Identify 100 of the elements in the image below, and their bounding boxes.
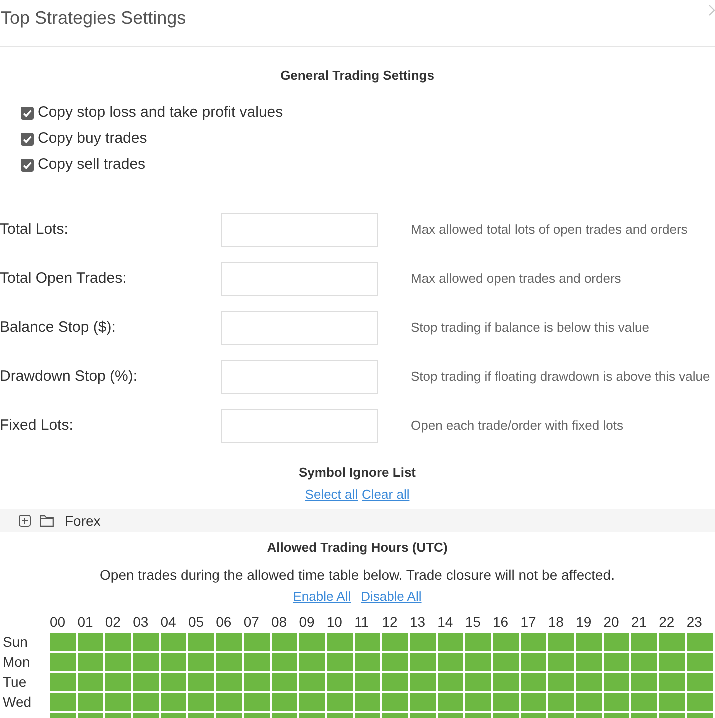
hour-cell[interactable]	[604, 633, 630, 651]
hour-cell[interactable]	[326, 633, 353, 651]
checkbox[interactable]	[21, 106, 34, 120]
hour-cell[interactable]	[382, 693, 408, 711]
hour-cell[interactable]	[133, 673, 159, 691]
hour-cell[interactable]	[50, 653, 76, 671]
hour-cell[interactable]	[382, 633, 408, 651]
hour-cell[interactable]	[160, 653, 186, 671]
hour-cell[interactable]	[576, 653, 602, 671]
hour-cell[interactable]	[244, 673, 270, 691]
hour-cell[interactable]	[354, 653, 380, 671]
text-link[interactable]: Disable All	[361, 588, 422, 606]
hour-cell[interactable]	[686, 633, 712, 651]
text-field[interactable]	[221, 262, 378, 296]
hour-cell[interactable]	[631, 633, 658, 651]
hour-cell[interactable]	[133, 653, 159, 671]
checkbox[interactable]	[21, 132, 34, 146]
text-field[interactable]	[221, 311, 378, 345]
hour-cell[interactable]	[188, 653, 214, 671]
hour-cell[interactable]	[465, 653, 491, 671]
text-field[interactable]	[221, 409, 378, 443]
hour-cell[interactable]	[548, 653, 574, 671]
hour-cell[interactable]	[105, 633, 132, 651]
checkbox[interactable]	[21, 158, 34, 172]
hour-cell[interactable]	[465, 633, 491, 651]
hour-cell[interactable]	[354, 633, 380, 651]
hour-cell[interactable]	[686, 673, 712, 691]
hour-cell[interactable]	[631, 693, 658, 711]
hour-cell[interactable]	[520, 673, 546, 691]
hour-cell[interactable]	[105, 673, 132, 691]
text-field[interactable]	[221, 360, 378, 394]
hour-cell[interactable]	[244, 653, 270, 671]
hour-cell[interactable]	[438, 693, 464, 711]
hour-cell[interactable]	[188, 693, 214, 711]
hour-cell[interactable]	[354, 693, 380, 711]
text-link[interactable]: Clear all	[362, 486, 410, 504]
hour-cell[interactable]	[216, 653, 242, 671]
hour-cell[interactable]	[133, 633, 159, 651]
hour-cell[interactable]	[299, 633, 325, 651]
hour-cell[interactable]	[244, 633, 270, 651]
hour-cell[interactable]	[299, 653, 325, 671]
hour-cell[interactable]	[272, 653, 298, 671]
chevron-icon[interactable]	[709, 5, 715, 16]
hour-cell[interactable]	[493, 633, 519, 651]
hour-cell[interactable]	[50, 673, 76, 691]
hour-cell[interactable]	[659, 633, 685, 651]
hour-cell[interactable]	[410, 633, 436, 651]
hour-cell[interactable]	[493, 673, 519, 691]
hour-cell[interactable]	[133, 693, 159, 711]
hour-cell[interactable]	[160, 673, 186, 691]
hour-cell[interactable]	[326, 653, 353, 671]
hour-cell[interactable]	[272, 673, 298, 691]
hour-cell[interactable]	[438, 633, 464, 651]
hour-cell[interactable]	[188, 633, 214, 651]
hour-cell[interactable]	[520, 633, 546, 651]
hour-cell[interactable]	[299, 673, 325, 691]
hour-cell[interactable]	[410, 673, 436, 691]
hour-cell[interactable]	[410, 653, 436, 671]
hour-cell[interactable]	[78, 693, 104, 711]
hour-cell[interactable]	[659, 673, 685, 691]
hour-cell[interactable]	[520, 693, 546, 711]
expand-icon[interactable]	[19, 514, 31, 526]
hour-cell[interactable]	[326, 673, 353, 691]
hour-cell[interactable]	[105, 693, 132, 711]
hour-cell[interactable]	[382, 673, 408, 691]
text-field[interactable]	[221, 213, 378, 247]
hour-cell[interactable]	[78, 653, 104, 671]
hour-cell[interactable]	[438, 673, 464, 691]
hour-cell[interactable]	[272, 693, 298, 711]
hour-cell[interactable]	[299, 693, 325, 711]
hour-cell[interactable]	[244, 693, 270, 711]
hour-cell[interactable]	[216, 693, 242, 711]
hour-cell[interactable]	[105, 653, 132, 671]
hour-cell[interactable]	[576, 673, 602, 691]
hour-cell[interactable]	[78, 673, 104, 691]
hour-cell[interactable]	[465, 673, 491, 691]
hour-cell[interactable]	[216, 633, 242, 651]
hour-cell[interactable]	[576, 633, 602, 651]
hour-cell[interactable]	[216, 673, 242, 691]
hour-cell[interactable]	[160, 693, 186, 711]
hour-cell[interactable]	[631, 673, 658, 691]
hour-cell[interactable]	[382, 653, 408, 671]
hour-cell[interactable]	[50, 633, 76, 651]
hour-cell[interactable]	[631, 653, 658, 671]
hour-cell[interactable]	[520, 653, 546, 671]
hour-cell[interactable]	[604, 673, 630, 691]
hour-cell[interactable]	[659, 653, 685, 671]
hour-cell[interactable]	[686, 693, 712, 711]
hour-cell[interactable]	[160, 633, 186, 651]
hour-cell[interactable]	[686, 653, 712, 671]
hour-cell[interactable]	[659, 693, 685, 711]
hour-cell[interactable]	[548, 633, 574, 651]
hour-cell[interactable]	[493, 653, 519, 671]
hour-cell[interactable]	[548, 693, 574, 711]
hour-cell[interactable]	[410, 693, 436, 711]
hour-cell[interactable]	[50, 693, 76, 711]
hour-cell[interactable]	[548, 673, 574, 691]
hour-cell[interactable]	[354, 673, 380, 691]
hour-cell[interactable]	[493, 693, 519, 711]
hour-cell[interactable]	[438, 653, 464, 671]
